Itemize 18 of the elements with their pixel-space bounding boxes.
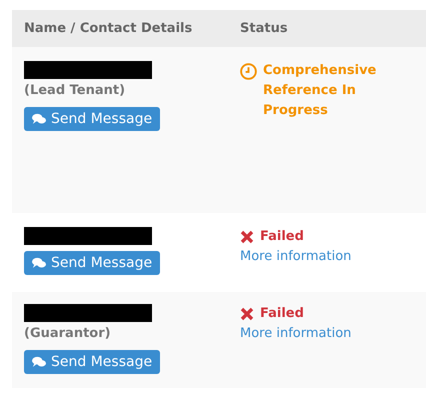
role-label: (Guarantor): [24, 325, 111, 343]
more-information-link[interactable]: More information: [240, 324, 352, 344]
column-header: Status: [240, 21, 289, 36]
status-text: Failed: [260, 228, 305, 246]
send-message-button[interactable]: Send Message: [24, 251, 160, 275]
status-text: Comprehensive Reference In Progress: [263, 62, 378, 120]
send-message-button[interactable]: Send Message: [24, 350, 160, 374]
column-header: Name / Contact Details: [23, 21, 194, 36]
role-label: (Lead Tenant): [24, 82, 126, 100]
more-information-link[interactable]: More information: [240, 247, 352, 267]
chat-icon: [32, 257, 46, 269]
send-message-button[interactable]: Send Message: [24, 107, 160, 131]
chat-icon: [32, 113, 46, 125]
cross-icon: [240, 230, 254, 244]
clock-icon: [240, 63, 257, 80]
cross-icon: [240, 307, 254, 321]
chat-icon: [32, 356, 46, 368]
status-text: Failed: [260, 305, 305, 323]
